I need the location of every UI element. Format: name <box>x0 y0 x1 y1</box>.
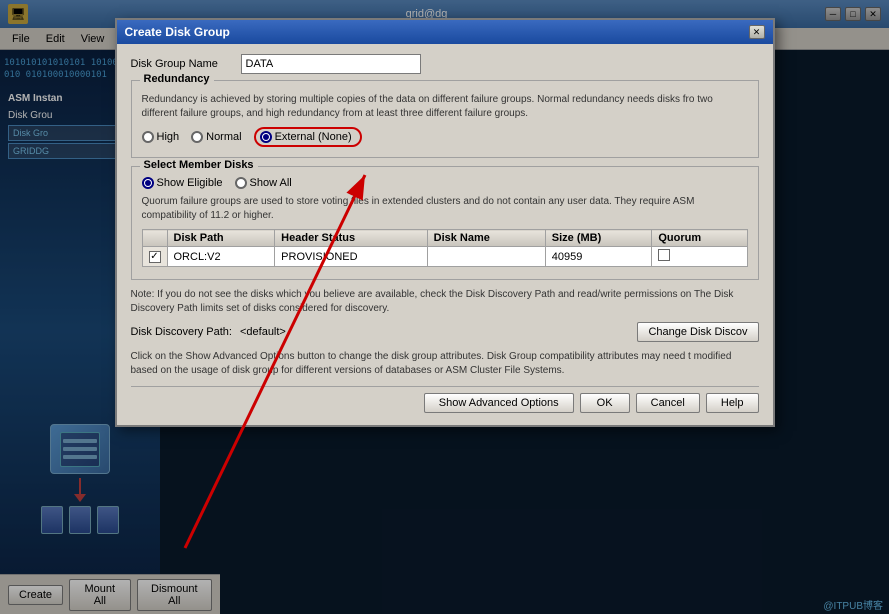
radio-show-all-circle <box>235 177 247 189</box>
radio-show-eligible-circle <box>142 177 154 189</box>
row-checkbox[interactable] <box>149 251 161 263</box>
quorum-checkbox[interactable] <box>658 249 670 261</box>
show-advanced-button[interactable]: Show Advanced Options <box>424 393 574 413</box>
disk-group-name-row: Disk Group Name <box>131 54 759 74</box>
disk-group-name-label: Disk Group Name <box>131 58 241 70</box>
note-text: Note: If you do not see the disks which … <box>131 288 759 316</box>
radio-external[interactable]: External (None) <box>254 127 362 147</box>
dialog-body: Disk Group Name Redundancy Redundancy is… <box>117 44 773 425</box>
radio-high-label: High <box>157 131 180 143</box>
row-check-cell[interactable] <box>142 247 167 267</box>
row-disk-name <box>427 247 545 267</box>
create-disk-group-dialog: Create Disk Group ✕ Disk Group Name Redu… <box>115 18 775 427</box>
member-disks-title: Select Member Disks <box>140 159 258 171</box>
redundancy-radio-group: High Normal External (None) <box>142 127 748 147</box>
dialog-buttons: Show Advanced Options OK Cancel Help <box>131 386 759 415</box>
modal-overlay: Create Disk Group ✕ Disk Group Name Redu… <box>0 0 889 614</box>
discovery-row: Disk Discovery Path: <default> Change Di… <box>131 322 759 342</box>
external-highlight-circle: External (None) <box>254 127 362 147</box>
col-disk-name: Disk Name <box>427 230 545 247</box>
ok-button[interactable]: OK <box>580 393 630 413</box>
dialog-close-button[interactable]: ✕ <box>749 25 765 39</box>
col-disk-path: Disk Path <box>167 230 275 247</box>
row-disk-path: ORCL:V2 <box>167 247 275 267</box>
help-button[interactable]: Help <box>706 393 759 413</box>
change-discovery-button[interactable]: Change Disk Discov <box>637 322 758 342</box>
redundancy-section: Redundancy Redundancy is achieved by sto… <box>131 80 759 158</box>
cancel-button[interactable]: Cancel <box>636 393 700 413</box>
radio-external-circle <box>260 131 272 143</box>
redundancy-section-title: Redundancy <box>140 73 214 85</box>
show-disks-row: Show Eligible Show All <box>142 177 748 189</box>
radio-high-circle <box>142 131 154 143</box>
disk-group-name-input[interactable] <box>241 54 421 74</box>
radio-show-all[interactable]: Show All <box>235 177 292 189</box>
show-all-label: Show All <box>250 177 292 189</box>
member-disks-section: Select Member Disks Show Eligible Show A… <box>131 166 759 280</box>
disks-table: Disk Path Header Status Disk Name Size (… <box>142 229 748 267</box>
row-quorum <box>652 247 747 267</box>
table-row: ORCL:V2 PROVISIONED 40959 <box>142 247 747 267</box>
radio-normal-circle <box>191 131 203 143</box>
col-header-status: Header Status <box>275 230 427 247</box>
show-eligible-label: Show Eligible <box>157 177 223 189</box>
row-header-status: PROVISIONED <box>275 247 427 267</box>
watermark: @ITPUB博客 <box>823 597 883 612</box>
radio-normal-label: Normal <box>206 131 241 143</box>
radio-high[interactable]: High <box>142 131 180 143</box>
radio-normal[interactable]: Normal <box>191 131 241 143</box>
col-check <box>142 230 167 247</box>
radio-external-label: External (None) <box>275 131 352 143</box>
dialog-title: Create Disk Group <box>125 25 230 39</box>
col-quorum: Quorum <box>652 230 747 247</box>
radio-show-eligible[interactable]: Show Eligible <box>142 177 223 189</box>
disk-discovery-label: Disk Discovery Path: <box>131 326 232 338</box>
quorum-desc: Quorum failure groups are used to store … <box>142 195 748 223</box>
disk-discovery-value: <default> <box>240 326 286 338</box>
dialog-titlebar: Create Disk Group ✕ <box>117 20 773 44</box>
col-size-mb: Size (MB) <box>545 230 652 247</box>
redundancy-desc: Redundancy is achieved by storing multip… <box>142 93 748 121</box>
row-size-mb: 40959 <box>545 247 652 267</box>
advanced-text: Click on the Show Advanced Options butto… <box>131 350 759 378</box>
